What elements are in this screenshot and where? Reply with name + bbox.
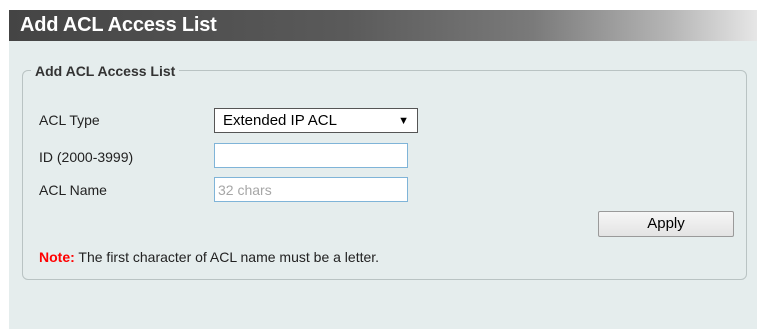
page-title-bar: Add ACL Access List bbox=[9, 10, 757, 41]
acl-name-input[interactable] bbox=[214, 177, 408, 202]
apply-button[interactable]: Apply bbox=[598, 211, 734, 237]
acl-type-label: ACL Type bbox=[39, 112, 100, 128]
content-area: Add ACL Access List ACL Type Extended IP… bbox=[9, 41, 757, 329]
acl-id-input[interactable] bbox=[214, 143, 408, 168]
note-text: The first character of ACL name must be … bbox=[74, 249, 380, 265]
note-row: Note: The first character of ACL name mu… bbox=[39, 248, 379, 266]
acl-id-label: ID (2000-3999) bbox=[39, 149, 134, 165]
fieldset-legend: Add ACL Access List bbox=[31, 62, 180, 80]
page-title: Add ACL Access List bbox=[20, 14, 217, 36]
acl-type-select[interactable]: Extended IP ACL ▼ bbox=[214, 108, 418, 133]
acl-type-selected-value: Extended IP ACL bbox=[223, 112, 337, 129]
add-acl-fieldset: Add ACL Access List ACL Type Extended IP… bbox=[22, 62, 747, 280]
dropdown-arrow-icon: ▼ bbox=[398, 115, 409, 127]
note-label: Note: bbox=[39, 249, 75, 265]
acl-name-label: ACL Name bbox=[39, 182, 107, 198]
